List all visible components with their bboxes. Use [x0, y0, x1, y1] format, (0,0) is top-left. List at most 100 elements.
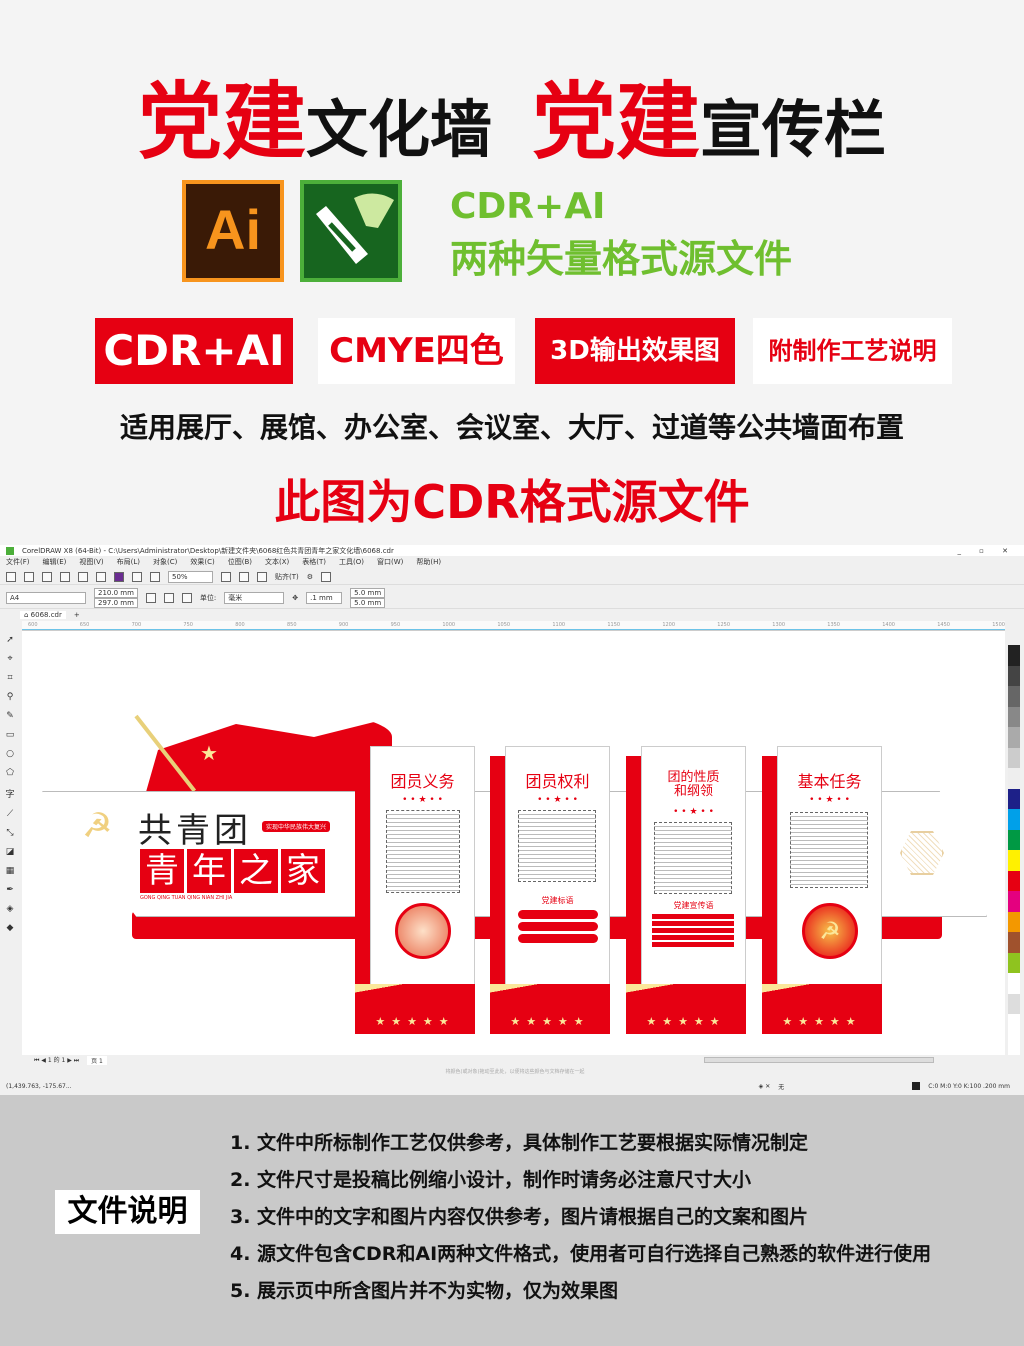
- brand-char: 青: [140, 849, 184, 893]
- window-controls[interactable]: _ ▫ ✕: [957, 547, 1024, 555]
- menu-object[interactable]: 对象(C): [153, 557, 177, 567]
- unit-select[interactable]: 毫米: [224, 591, 285, 604]
- corel-connect-icon[interactable]: [114, 571, 124, 582]
- print-icon[interactable]: [60, 571, 70, 582]
- import-icon[interactable]: [132, 571, 142, 582]
- slogan-tag: 实现中华民族伟大复兴: [262, 821, 331, 832]
- text-tool-icon[interactable]: 字: [5, 787, 14, 800]
- coreldraw-window: CorelDRAW X8 (64-Bit) - C:\Users\Adminis…: [0, 545, 1024, 1095]
- connector-tool-icon[interactable]: ⤡: [6, 828, 13, 838]
- fill-icon[interactable]: ◈ ✕: [759, 1083, 771, 1090]
- party-emblem-round-icon: ☭: [802, 903, 858, 959]
- freehand-tool-icon[interactable]: ✎: [6, 711, 14, 721]
- format-line1: CDR+AI: [450, 186, 606, 227]
- document-tabs: ⌂ 6068.cdr +: [0, 610, 1024, 620]
- stars-divider: • • ★ • •: [537, 795, 578, 805]
- zoom-tool-icon[interactable]: ⚲: [7, 692, 14, 702]
- full-screen-icon[interactable]: [221, 571, 231, 582]
- ruler-tick: 1400: [882, 622, 895, 628]
- outline-swatch: [912, 1082, 921, 1090]
- export-icon[interactable]: [150, 571, 160, 582]
- parallel-tool-icon[interactable]: ⟋: [7, 809, 13, 819]
- file-notes-label: 文件说明: [55, 1190, 200, 1234]
- color-palette[interactable]: [1008, 645, 1020, 1055]
- crop-tool-icon[interactable]: ⌗: [7, 673, 12, 683]
- menu-help[interactable]: 帮助(H): [416, 557, 441, 567]
- slogan-row: [518, 910, 598, 919]
- menu-text[interactable]: 文本(X): [265, 557, 289, 567]
- ruler-tick: 800: [235, 622, 245, 628]
- smart-fill-icon[interactable]: ◆: [7, 923, 14, 933]
- duplicate-x-field[interactable]: 5.0 mm: [350, 587, 386, 598]
- menu-bitmaps[interactable]: 位图(B): [228, 557, 252, 567]
- eyedropper-tool-icon[interactable]: ✒: [6, 885, 14, 895]
- stars-divider: • • ★ • •: [673, 807, 714, 817]
- pick-tool-icon[interactable]: ➚: [6, 635, 14, 645]
- new-icon[interactable]: [6, 571, 16, 582]
- menu-window[interactable]: 窗口(W): [377, 557, 403, 567]
- landscape-icon[interactable]: [163, 592, 174, 603]
- duplicate-y-field[interactable]: 5.0 mm: [350, 597, 386, 608]
- coreldraw-icon: [300, 180, 402, 282]
- pinyin: GONG QING TUAN QING NIAN ZHI JIA: [140, 895, 233, 901]
- undo-icon[interactable]: [78, 571, 88, 582]
- drawing-canvas[interactable]: ★ ☭ 共青团 实现中华民族伟大复兴 青年之家 GONG QING TUAN Q…: [22, 630, 1005, 1055]
- open-icon[interactable]: [24, 571, 34, 582]
- grid-icon[interactable]: [257, 571, 267, 582]
- menu-bar: 文件(F) 编辑(E) 视图(V) 布局(L) 对象(C) 效果(C) 位图(B) 文本(X)…: [0, 556, 1024, 567]
- portrait-icon[interactable]: [145, 592, 156, 603]
- rectangle-tool-icon[interactable]: ▭: [6, 730, 15, 740]
- menu-table[interactable]: 表格(T): [302, 557, 326, 567]
- body-text-block: [654, 822, 732, 894]
- ellipse-tool-icon[interactable]: ○: [6, 749, 14, 759]
- ruler-tick: 1100: [552, 622, 566, 628]
- page-height-field[interactable]: 297.0 mm: [94, 597, 138, 608]
- panel-footer: ★★★★★: [762, 984, 882, 1034]
- badge-craft: 附制作工艺说明: [753, 318, 952, 384]
- menu-layout[interactable]: 布局(L): [117, 557, 140, 567]
- menu-effects[interactable]: 效果(C): [190, 557, 214, 567]
- save-icon[interactable]: [42, 571, 52, 582]
- tab-document[interactable]: ⌂ 6068.cdr: [20, 611, 66, 619]
- nudge-field[interactable]: .1 mm: [306, 591, 343, 604]
- page-size-select[interactable]: A4: [6, 591, 86, 604]
- stars-divider: • • ★ • •: [402, 795, 443, 805]
- fill-tool-icon[interactable]: ◈: [7, 904, 14, 914]
- menu-tools[interactable]: 工具(O): [339, 557, 364, 567]
- add-tab-icon[interactable]: +: [74, 611, 80, 619]
- rulers-icon[interactable]: [239, 571, 249, 582]
- page-tab[interactable]: 页 1: [87, 1055, 107, 1065]
- note-item: 3. 文件中的文字和图片内容仅供参考，图片请根据自己的文案和图片: [230, 1206, 809, 1228]
- menu-file[interactable]: 文件(F): [6, 557, 30, 567]
- shadow-tool-icon[interactable]: ◪: [6, 847, 15, 857]
- redo-icon[interactable]: [96, 571, 106, 582]
- menu-edit[interactable]: 编辑(E): [43, 557, 67, 567]
- brand-char: 年: [187, 849, 231, 893]
- polygon-tool-icon[interactable]: ⬠: [6, 768, 14, 778]
- page-title: 党建文化墙 党建宣传栏: [0, 55, 1024, 176]
- horizontal-scrollbar[interactable]: [704, 1057, 934, 1063]
- panel-footer: ★★★★★: [626, 984, 746, 1034]
- menu-view[interactable]: 视图(V): [79, 557, 103, 567]
- zoom-select[interactable]: 50%: [168, 570, 213, 583]
- note-item: 5. 展示页中所含图片并不为实物，仅为效果图: [230, 1280, 619, 1302]
- app-launcher-icon[interactable]: [321, 571, 332, 582]
- title-part: 文化墙: [305, 93, 492, 166]
- document-palette[interactable]: 将颜色(或对象)拖动至此处，以便将这些颜色与文档存储在一起: [0, 1066, 1024, 1076]
- shape-tool-icon[interactable]: ⌖: [7, 654, 12, 664]
- ruler-tick: 1300: [772, 622, 786, 628]
- page-width-field[interactable]: 210.0 mm: [94, 587, 138, 598]
- all-pages-icon[interactable]: [181, 592, 192, 603]
- ruler-tick: 650: [79, 622, 90, 628]
- fill-status: 无: [778, 1083, 785, 1091]
- snap-to-dropdown[interactable]: 贴齐(T): [275, 572, 299, 582]
- transparency-tool-icon[interactable]: ▦: [6, 866, 15, 876]
- panel-title: 团的性质和纲领: [667, 770, 720, 799]
- panel-nature: 团的性质和纲领 • • ★ • • 党建宣传语: [641, 746, 746, 986]
- format-line2: 两种矢量格式源文件: [450, 237, 793, 281]
- page-nav-buttons[interactable]: ⏮ ◀ 1 的 1 ▶ ⏭: [34, 1055, 79, 1065]
- options-gear-icon[interactable]: ⚙: [307, 573, 313, 581]
- ruler-tick: 1000: [442, 622, 456, 628]
- ruler-tick: 700: [131, 622, 142, 628]
- panel-subtitle: 党建标语: [541, 896, 574, 905]
